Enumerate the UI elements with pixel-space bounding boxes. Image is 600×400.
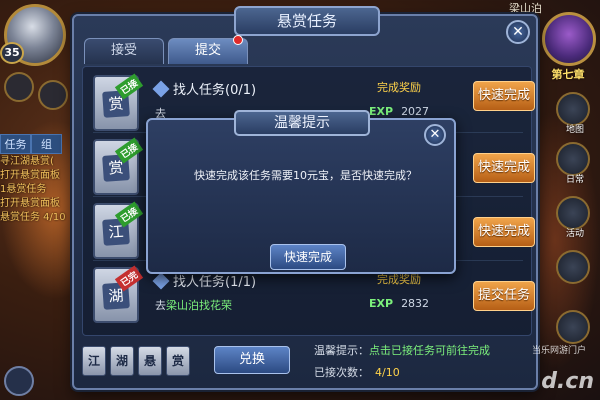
tab-accept[interactable]: 接受 [84, 38, 164, 64]
accepted-count: 已接次数： 4/10 [314, 364, 400, 380]
mini-card: 湖 [110, 346, 134, 376]
map-label: 地图 [565, 125, 584, 135]
quick-complete-button[interactable]: 快速完成 [473, 153, 535, 183]
character-icon[interactable] [4, 72, 34, 102]
mini-card: 赏 [166, 346, 190, 376]
panel-title: 悬赏任务 [234, 6, 380, 36]
tab-team[interactable]: 组 [31, 134, 62, 154]
quest-title: 找人任务(1/1) [173, 275, 257, 290]
tab-submit-label: 提交 [194, 43, 221, 58]
eye-icon[interactable] [4, 366, 34, 396]
exp-value: 2027 [401, 105, 430, 118]
quest-target: 梁山泊找花荣 [166, 299, 232, 312]
chapter-label: 第七章 [551, 68, 585, 81]
map-icon[interactable]: 地图 [556, 92, 590, 135]
chapter-emblem-icon[interactable] [542, 12, 596, 66]
skill-icon[interactable] [556, 250, 590, 284]
mini-card: 江 [82, 346, 106, 376]
quest-title: 找人任务(0/1) [173, 83, 257, 98]
companion-icon[interactable] [38, 80, 68, 110]
activity-icon[interactable]: 活动 [556, 196, 590, 239]
quest-card-icon: 江 已接 [93, 201, 144, 259]
count-label: 已接次数： [314, 366, 369, 379]
tip-label: 温馨提示： [314, 344, 369, 357]
daily-icon[interactable]: 日常 [556, 142, 590, 185]
quest-diamond-icon [152, 272, 170, 290]
quest-diamond-icon [152, 80, 170, 98]
quick-complete-button[interactable]: 快速完成 [473, 81, 535, 111]
watermark-subtitle: 当乐网游门户 [531, 346, 586, 356]
tip-line: 温馨提示：点击已接任务可前往完成 [314, 342, 490, 358]
dialog-message: 快速完成该任务需要10元宝，是否快速完成？ [194, 169, 417, 182]
panel-tabs: 接受 提交 [84, 35, 248, 64]
daily-label: 日常 [565, 175, 584, 185]
tab-submit[interactable]: 提交 [168, 35, 248, 64]
quest-card-icon: 赏 已接 [93, 137, 144, 195]
collection-cards: 江 湖 悬 赏 [82, 346, 190, 376]
quest-reward-label: 完成奖励 [377, 81, 421, 94]
quest-row[interactable]: 湖 已完 找人任务(1/1) 完成奖励 去梁山泊找花荣 EXP 2832 提交任务 [93, 265, 535, 325]
quest-card-icon: 湖 已完 [93, 265, 144, 323]
player-level-badge: 35 [0, 42, 24, 64]
quest-tracker-log[interactable]: 寻江湖悬赏( 打开悬赏面板 1悬赏任务 打开悬赏面板 悬赏任务 4/10 [0, 155, 72, 225]
bag-icon[interactable] [556, 310, 590, 344]
exp-label: EXP [369, 105, 394, 118]
quest-log-line: 打开悬赏面板 [0, 198, 60, 209]
quest-tracker-tabs: 任务 组 [0, 134, 62, 154]
submit-quest-button[interactable]: 提交任务 [473, 281, 535, 311]
quest-title-wrap: 找人任务(0/1) [152, 79, 257, 98]
quest-log-line: 打开悬赏面板 [0, 170, 60, 181]
dialog-title: 温馨提示 [234, 110, 370, 136]
quest-log-line: 1悬赏任务 [0, 184, 47, 195]
quest-exp: EXP 2832 [369, 297, 429, 310]
dialog-confirm-button[interactable]: 快速完成 [270, 244, 346, 270]
notification-dot-icon [233, 35, 243, 45]
quest-log-line: 寻江湖悬赏( [0, 156, 54, 167]
count-value: 4/10 [375, 366, 400, 379]
quest-description: 去梁山泊找花荣 [155, 297, 232, 313]
quest-card-icon: 赏 已接 [93, 73, 144, 131]
panel-close-icon[interactable]: ✕ [506, 20, 530, 44]
exp-value: 2832 [401, 297, 430, 310]
watermark-logo: d.cn [541, 369, 594, 394]
dialog-close-icon[interactable]: ✕ [424, 124, 446, 146]
tip-value: 点击已接任务可前往完成 [369, 344, 490, 357]
confirm-dialog: 温馨提示 ✕ 快速完成该任务需要10元宝，是否快速完成？ 快速完成 [146, 110, 456, 274]
exchange-button[interactable]: 兑换 [214, 346, 290, 374]
activity-label: 活动 [565, 229, 584, 239]
quest-log-line: 悬赏任务 4/10 [0, 212, 66, 223]
mini-card: 悬 [138, 346, 162, 376]
quest-desc-prefix: 去 [155, 299, 166, 312]
exp-label: EXP [369, 297, 394, 310]
quest-exp: EXP 2027 [369, 105, 429, 118]
quick-complete-button[interactable]: 快速完成 [473, 217, 535, 247]
tab-quest[interactable]: 任务 [0, 134, 31, 154]
